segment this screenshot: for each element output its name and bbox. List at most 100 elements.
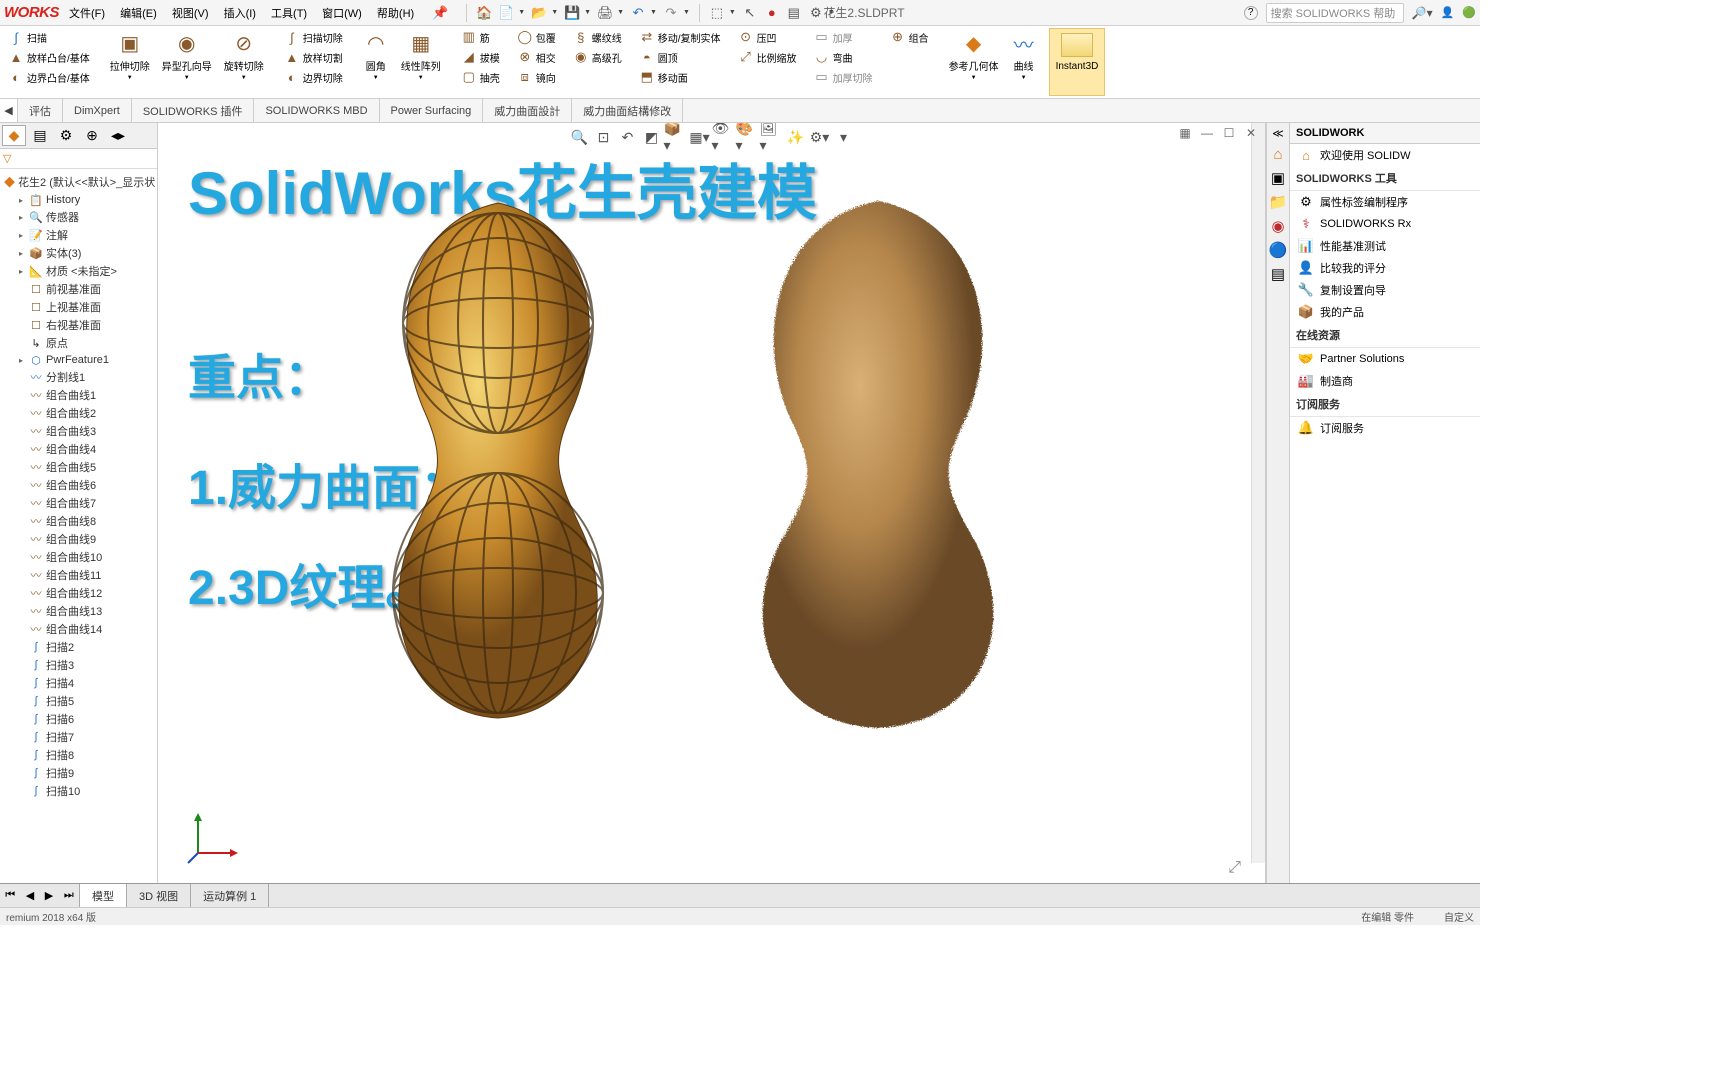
dropdown-icon[interactable]: ▼: [650, 9, 657, 16]
moveface-button[interactable]: ⬒移动面: [637, 68, 723, 86]
linpat-button[interactable]: ▦线性阵列▼: [396, 28, 446, 96]
tree-item[interactable]: 〰分割线1: [2, 368, 155, 386]
tree-item[interactable]: 〰组合曲线11: [2, 566, 155, 584]
render-icon[interactable]: ✨: [784, 127, 808, 147]
advhole-button[interactable]: ◉高级孔: [571, 48, 624, 66]
extcut-button[interactable]: ▣拉伸切除▼: [105, 28, 155, 96]
dropdown-icon[interactable]: ▼: [729, 9, 736, 16]
tab-dimxpert[interactable]: DimXpert: [63, 99, 132, 122]
tree-item[interactable]: ∫扫描2: [2, 638, 155, 656]
print-icon[interactable]: 🖨: [597, 5, 613, 21]
thick-button[interactable]: ▭加厚: [812, 28, 875, 46]
dropdown-icon[interactable]: ▼: [683, 9, 690, 16]
bt-next-icon[interactable]: ▶: [45, 889, 53, 902]
mirror-button[interactable]: ⧈镜向: [515, 68, 558, 86]
tp-lib-icon[interactable]: ▣: [1271, 169, 1285, 187]
menu-insert[interactable]: 插入(I): [224, 8, 256, 20]
compress-button[interactable]: ⊙压凹: [736, 28, 799, 46]
tab-psdesign[interactable]: 威力曲面設計: [483, 99, 572, 122]
tree-item[interactable]: ▸🔍传感器: [2, 208, 155, 226]
task-item[interactable]: ⚕SOLIDWORKS Rx: [1290, 213, 1480, 235]
task-item[interactable]: 👤比较我的评分: [1290, 257, 1480, 279]
tab-mbd[interactable]: SOLIDWORKS MBD: [254, 99, 379, 122]
tree-item[interactable]: ∫扫描9: [2, 764, 155, 782]
task-item[interactable]: 🏭制造商: [1290, 370, 1480, 392]
draft-button[interactable]: ◢拔模: [459, 48, 502, 66]
revcut-button[interactable]: ⊘旋转切除▼: [219, 28, 269, 96]
bend-button[interactable]: ◡弯曲: [812, 48, 875, 66]
menu-file[interactable]: 文件(F): [69, 8, 105, 20]
zoom-fit-icon[interactable]: 🔍: [568, 127, 592, 147]
shell-button[interactable]: ▢抽壳: [459, 68, 502, 86]
bt-3dview[interactable]: 3D 视图: [127, 884, 191, 907]
menu-edit[interactable]: 编辑(E): [120, 8, 157, 20]
fm-tab-tree[interactable]: ◆: [2, 125, 26, 146]
fm-tab-more[interactable]: ◂▸: [106, 125, 130, 146]
tree-item[interactable]: ∫扫描7: [2, 728, 155, 746]
search-dropdown-icon[interactable]: 🔎▾: [1412, 6, 1433, 20]
viewport-close-icon[interactable]: ✕: [1241, 125, 1261, 141]
options-list-icon[interactable]: ▤: [786, 5, 802, 21]
tab-evaluate[interactable]: 评估: [18, 99, 63, 122]
tree-item[interactable]: ▸📝注解: [2, 226, 155, 244]
bt-last-icon[interactable]: ⏭: [64, 889, 74, 902]
dropdown-icon[interactable]: ▼: [551, 9, 558, 16]
menu-window[interactable]: 窗口(W): [322, 8, 362, 20]
filter-icon[interactable]: ▽: [3, 153, 11, 165]
expand-icon[interactable]: ⤢: [1228, 859, 1241, 877]
tp-custom-icon[interactable]: ▤: [1271, 265, 1285, 283]
menu-tools[interactable]: 工具(T): [271, 8, 307, 20]
tree-item[interactable]: 〰组合曲线7: [2, 494, 155, 512]
fm-tab-props[interactable]: ▤: [28, 125, 52, 146]
boundary-button[interactable]: ◐边界凸台/基体: [6, 68, 92, 86]
viewport-maximize-icon[interactable]: ☐: [1219, 125, 1239, 141]
tab-plugin[interactable]: SOLIDWORKS 插件: [132, 99, 255, 122]
sweep-button[interactable]: ∫扫描: [6, 28, 92, 46]
boundcut-button[interactable]: ◐边界切除: [282, 68, 345, 86]
tree-item[interactable]: 〰组合曲线4: [2, 440, 155, 458]
tree-item[interactable]: ☐上视基准面: [2, 298, 155, 316]
tree-item[interactable]: ∫扫描8: [2, 746, 155, 764]
tree-item[interactable]: ∫扫描6: [2, 710, 155, 728]
dropdown-icon[interactable]: ▼: [584, 9, 591, 16]
bt-motion[interactable]: 运动算例 1: [191, 884, 269, 907]
propscale-button[interactable]: ⤢比例缩放: [736, 48, 799, 66]
tree-item[interactable]: 〰组合曲线5: [2, 458, 155, 476]
bt-prev-icon[interactable]: ◀: [26, 889, 34, 902]
tree-item[interactable]: ↳原点: [2, 334, 155, 352]
tree-item[interactable]: ☐右视基准面: [2, 316, 155, 334]
menu-help[interactable]: 帮助(H): [377, 8, 414, 20]
user-icon[interactable]: 👤: [1441, 6, 1455, 19]
tree-root[interactable]: ◆ 花生2 (默认<<默认>_显示状: [2, 172, 155, 192]
prev-view-icon[interactable]: ↶: [616, 127, 640, 147]
tree-item[interactable]: 〰组合曲线9: [2, 530, 155, 548]
task-item[interactable]: ⚙属性标签编制程序: [1290, 191, 1480, 213]
collapse-icon[interactable]: ≪: [1272, 127, 1284, 140]
hide-show-icon[interactable]: 👁▾: [712, 127, 736, 147]
combine-button[interactable]: ⊕组合: [888, 28, 931, 46]
loft-button[interactable]: ▲放样凸台/基体: [6, 48, 92, 66]
view-settings-icon[interactable]: ⚙▾: [808, 127, 832, 147]
undo-icon[interactable]: ↶: [630, 5, 646, 21]
tree-item[interactable]: ☐前视基准面: [2, 280, 155, 298]
select-icon[interactable]: ⬚: [709, 5, 725, 21]
wrap-button[interactable]: ◯包覆: [515, 28, 558, 46]
feature-tree[interactable]: ◆ 花生2 (默认<<默认>_显示状▸📋History▸🔍传感器▸📝注解▸📦实体…: [0, 169, 157, 883]
intersect-button[interactable]: ⊗相交: [515, 48, 558, 66]
tp-appear-icon[interactable]: 🔵: [1269, 241, 1288, 259]
dropdown-icon[interactable]: ▼: [617, 9, 624, 16]
tree-item[interactable]: ∫扫描3: [2, 656, 155, 674]
tree-item[interactable]: ▸📐材质 <未指定>: [2, 262, 155, 280]
notification-icon[interactable]: 🟢: [1462, 6, 1476, 19]
fm-tab-config[interactable]: ⚙: [54, 125, 78, 146]
tree-item[interactable]: 〰组合曲线12: [2, 584, 155, 602]
dome-button[interactable]: ◓圆顶: [637, 48, 723, 66]
save-icon[interactable]: 💾: [564, 5, 580, 21]
more-icon[interactable]: ▾: [832, 127, 856, 147]
thickcut-button[interactable]: ▭加厚切除: [812, 68, 875, 86]
pin-icon[interactable]: 📌: [432, 5, 448, 21]
heliline-button[interactable]: §螺纹线: [571, 28, 624, 46]
welcome-item[interactable]: ⌂欢迎使用 SOLIDW: [1290, 144, 1480, 166]
curve-button[interactable]: 〰曲线▼: [1006, 28, 1042, 96]
tree-item[interactable]: ∫扫描10: [2, 782, 155, 800]
